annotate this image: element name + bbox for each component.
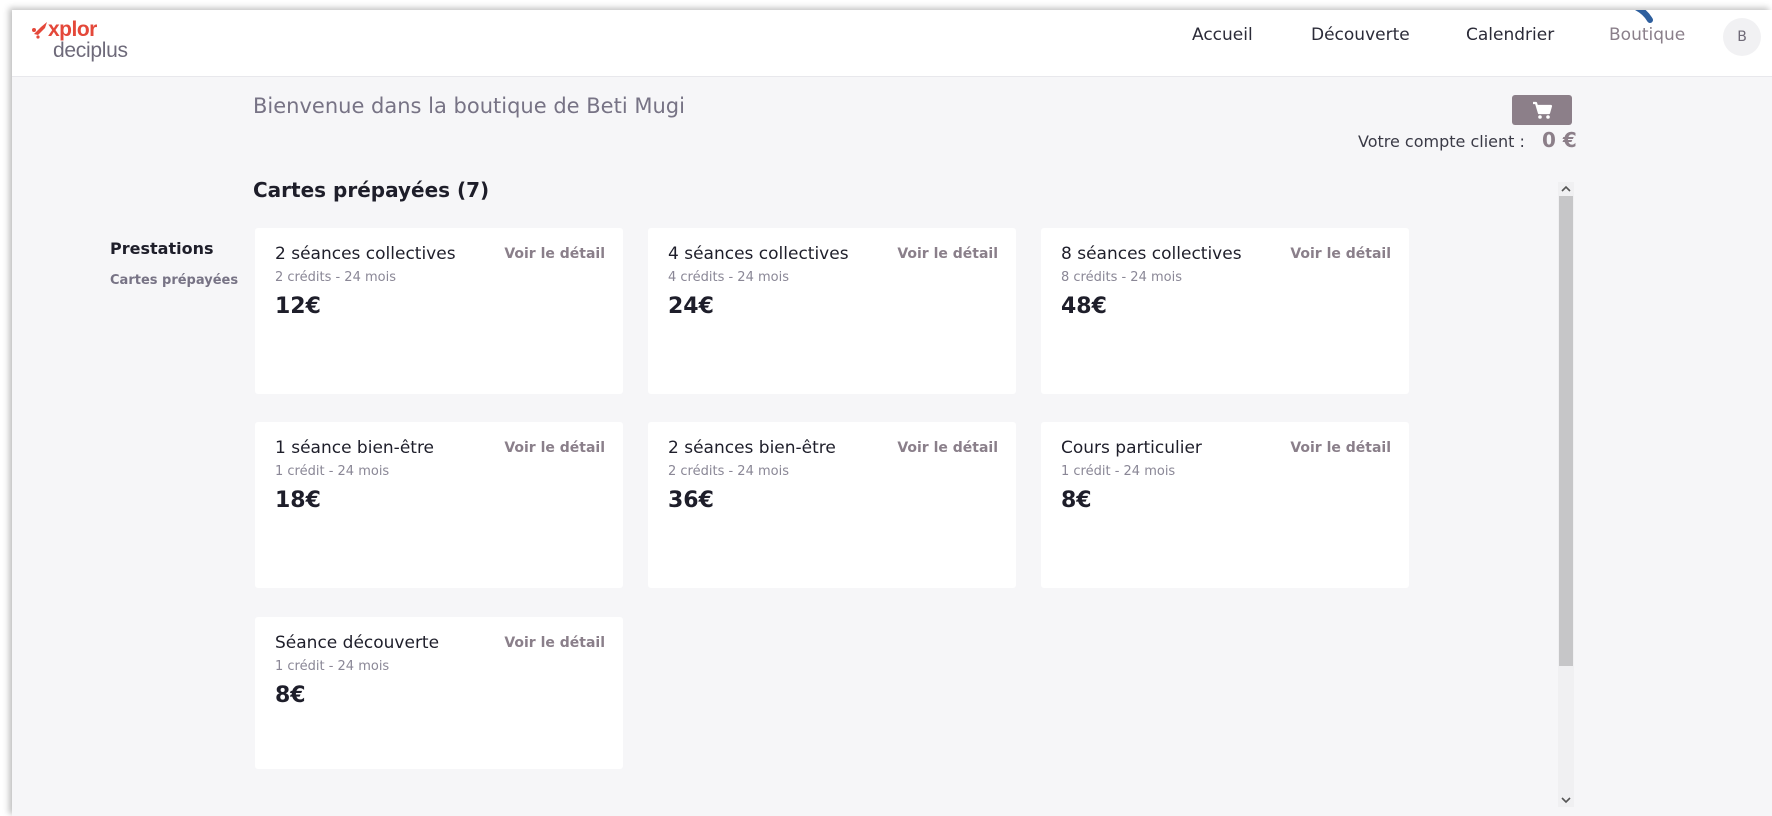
- content-scrollbar[interactable]: [1558, 182, 1574, 807]
- scroll-down-arrow-icon[interactable]: [1558, 793, 1574, 807]
- card-title: Séance découverte: [275, 633, 440, 653]
- logo-deciplus-text: deciplus: [53, 39, 128, 62]
- product-card[interactable]: 2 séances collectives Voir le détail 2 c…: [255, 228, 623, 394]
- card-subtitle: 1 crédit - 24 mois: [1061, 464, 1176, 479]
- card-subtitle: 8 crédits - 24 mois: [1061, 270, 1182, 285]
- xplor-deciplus-logo[interactable]: xplor deciplus: [30, 16, 150, 68]
- card-subtitle: 1 crédit - 24 mois: [275, 464, 390, 479]
- product-card[interactable]: 4 séances collectives Voir le détail 4 c…: [648, 228, 1016, 394]
- section-title: Cartes prépayées (7): [253, 178, 490, 202]
- sidebar-title: Prestations: [110, 239, 214, 258]
- card-title: 1 séance bien-être: [275, 438, 435, 458]
- customer-account-amount: 0 €: [1542, 128, 1577, 152]
- scrollbar-thumb[interactable]: [1559, 196, 1573, 666]
- product-card[interactable]: Séance découverte Voir le détail 1 crédi…: [255, 617, 623, 769]
- card-title: 4 séances collectives: [668, 244, 849, 264]
- card-detail-link[interactable]: Voir le détail: [1290, 440, 1391, 456]
- product-card[interactable]: 2 séances bien-être Voir le détail 2 cré…: [648, 422, 1016, 588]
- card-subtitle: 2 crédits - 24 mois: [275, 270, 396, 285]
- card-detail-link[interactable]: Voir le détail: [897, 246, 998, 262]
- scroll-up-arrow-icon[interactable]: [1558, 182, 1574, 196]
- top-header: xplor deciplus Accueil Découverte Calend…: [12, 10, 1772, 77]
- card-price: 8€: [1061, 488, 1092, 513]
- card-detail-link[interactable]: Voir le détail: [504, 635, 605, 651]
- welcome-heading: Bienvenue dans la boutique de Beti Mugi: [253, 94, 685, 118]
- card-price: 8€: [275, 683, 306, 708]
- card-price: 24€: [668, 294, 714, 319]
- card-price: 12€: [275, 294, 321, 319]
- user-avatar[interactable]: B: [1723, 18, 1761, 56]
- card-title: 8 séances collectives: [1061, 244, 1242, 264]
- product-card[interactable]: 1 séance bien-être Voir le détail 1 créd…: [255, 422, 623, 588]
- card-price: 36€: [668, 488, 714, 513]
- card-price: 18€: [275, 488, 321, 513]
- card-subtitle: 4 crédits - 24 mois: [668, 270, 789, 285]
- pointer-arrow-icon: [1634, 10, 1653, 23]
- nav-boutique[interactable]: Boutique: [1609, 25, 1685, 45]
- product-card[interactable]: 8 séances collectives Voir le détail 8 c…: [1041, 228, 1409, 394]
- card-subtitle: 2 crédits - 24 mois: [668, 464, 789, 479]
- nav-decouverte[interactable]: Découverte: [1311, 25, 1410, 45]
- product-card[interactable]: Cours particulier Voir le détail 1 crédi…: [1041, 422, 1409, 588]
- card-detail-link[interactable]: Voir le détail: [1290, 246, 1391, 262]
- sidebar-link-cartes-prepayees[interactable]: Cartes prépayées: [110, 273, 238, 288]
- card-detail-link[interactable]: Voir le détail: [897, 440, 998, 456]
- shopping-cart-icon: [1533, 101, 1553, 119]
- card-subtitle: 1 crédit - 24 mois: [275, 659, 390, 674]
- nav-calendrier[interactable]: Calendrier: [1466, 25, 1554, 45]
- card-detail-link[interactable]: Voir le détail: [504, 246, 605, 262]
- customer-account-label: Votre compte client :: [1358, 132, 1525, 151]
- app-frame: xplor deciplus Accueil Découverte Calend…: [12, 10, 1772, 816]
- card-title: 2 séances collectives: [275, 244, 456, 264]
- card-detail-link[interactable]: Voir le détail: [504, 440, 605, 456]
- card-title: Cours particulier: [1061, 438, 1202, 458]
- nav-accueil[interactable]: Accueil: [1192, 25, 1253, 45]
- cart-button[interactable]: [1512, 95, 1572, 125]
- card-price: 48€: [1061, 294, 1107, 319]
- card-title: 2 séances bien-être: [668, 438, 836, 458]
